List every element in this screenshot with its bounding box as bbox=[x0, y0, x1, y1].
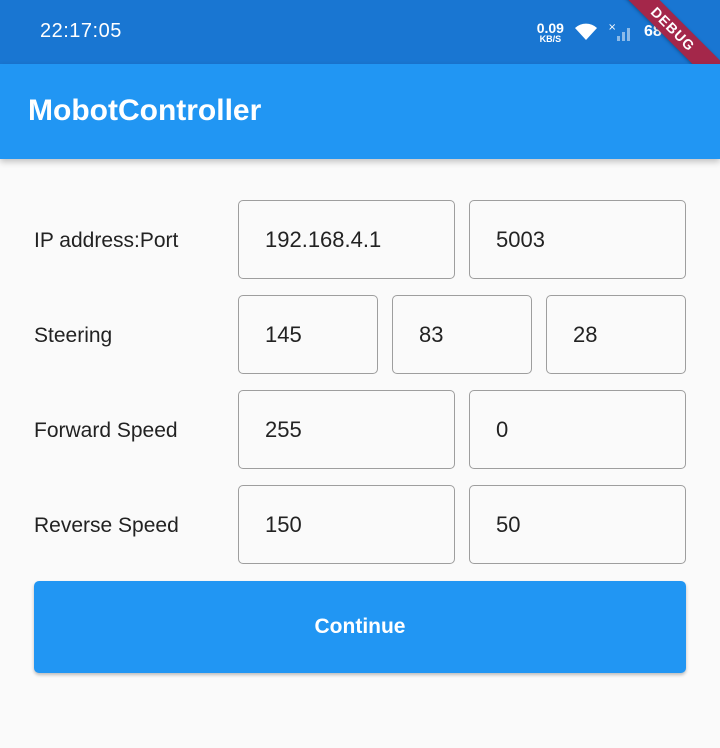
ip-row: IP address:Port 192.168.4.1 5003 bbox=[34, 200, 686, 281]
reverse-speed-row: Reverse Speed 150 50 bbox=[34, 485, 686, 566]
forward-speed-field-2[interactable]: 0 bbox=[469, 390, 686, 469]
steering-field-2[interactable]: 83 bbox=[392, 295, 532, 374]
reverse-speed-field-1[interactable]: 150 bbox=[238, 485, 455, 564]
app-bar: MobotController bbox=[0, 64, 720, 159]
network-speed-unit: KB/S bbox=[539, 33, 562, 44]
reverse-speed-label: Reverse Speed bbox=[34, 514, 179, 537]
svg-text:×: × bbox=[608, 22, 616, 33]
status-time: 22:17:05 bbox=[40, 20, 122, 42]
forward-speed-label: Forward Speed bbox=[34, 419, 178, 442]
port-field[interactable]: 5003 bbox=[469, 200, 686, 279]
status-bar: 22:17:05 0.09 KB/S × 68% DEBUG bbox=[0, 0, 720, 97]
ip-label: IP address:Port bbox=[34, 229, 179, 252]
steering-row: Steering 145 83 28 bbox=[34, 295, 686, 376]
wifi-icon bbox=[574, 23, 597, 40]
network-speed-value: 0.09 bbox=[536, 19, 564, 36]
steering-label: Steering bbox=[34, 324, 113, 347]
app-title: MobotController bbox=[28, 94, 262, 127]
continue-button[interactable]: Continue bbox=[34, 581, 686, 673]
reverse-speed-field-2[interactable]: 50 bbox=[469, 485, 686, 564]
ip-address-field[interactable]: 192.168.4.1 bbox=[238, 200, 455, 279]
forward-speed-row: Forward Speed 255 0 bbox=[34, 390, 686, 471]
steering-field-1[interactable]: 145 bbox=[238, 295, 378, 374]
steering-field-3[interactable]: 28 bbox=[546, 295, 686, 374]
network-speed: 0.09 KB/S bbox=[537, 21, 564, 44]
forward-speed-field-1[interactable]: 255 bbox=[238, 390, 455, 469]
signal-icon: × bbox=[608, 22, 630, 41]
